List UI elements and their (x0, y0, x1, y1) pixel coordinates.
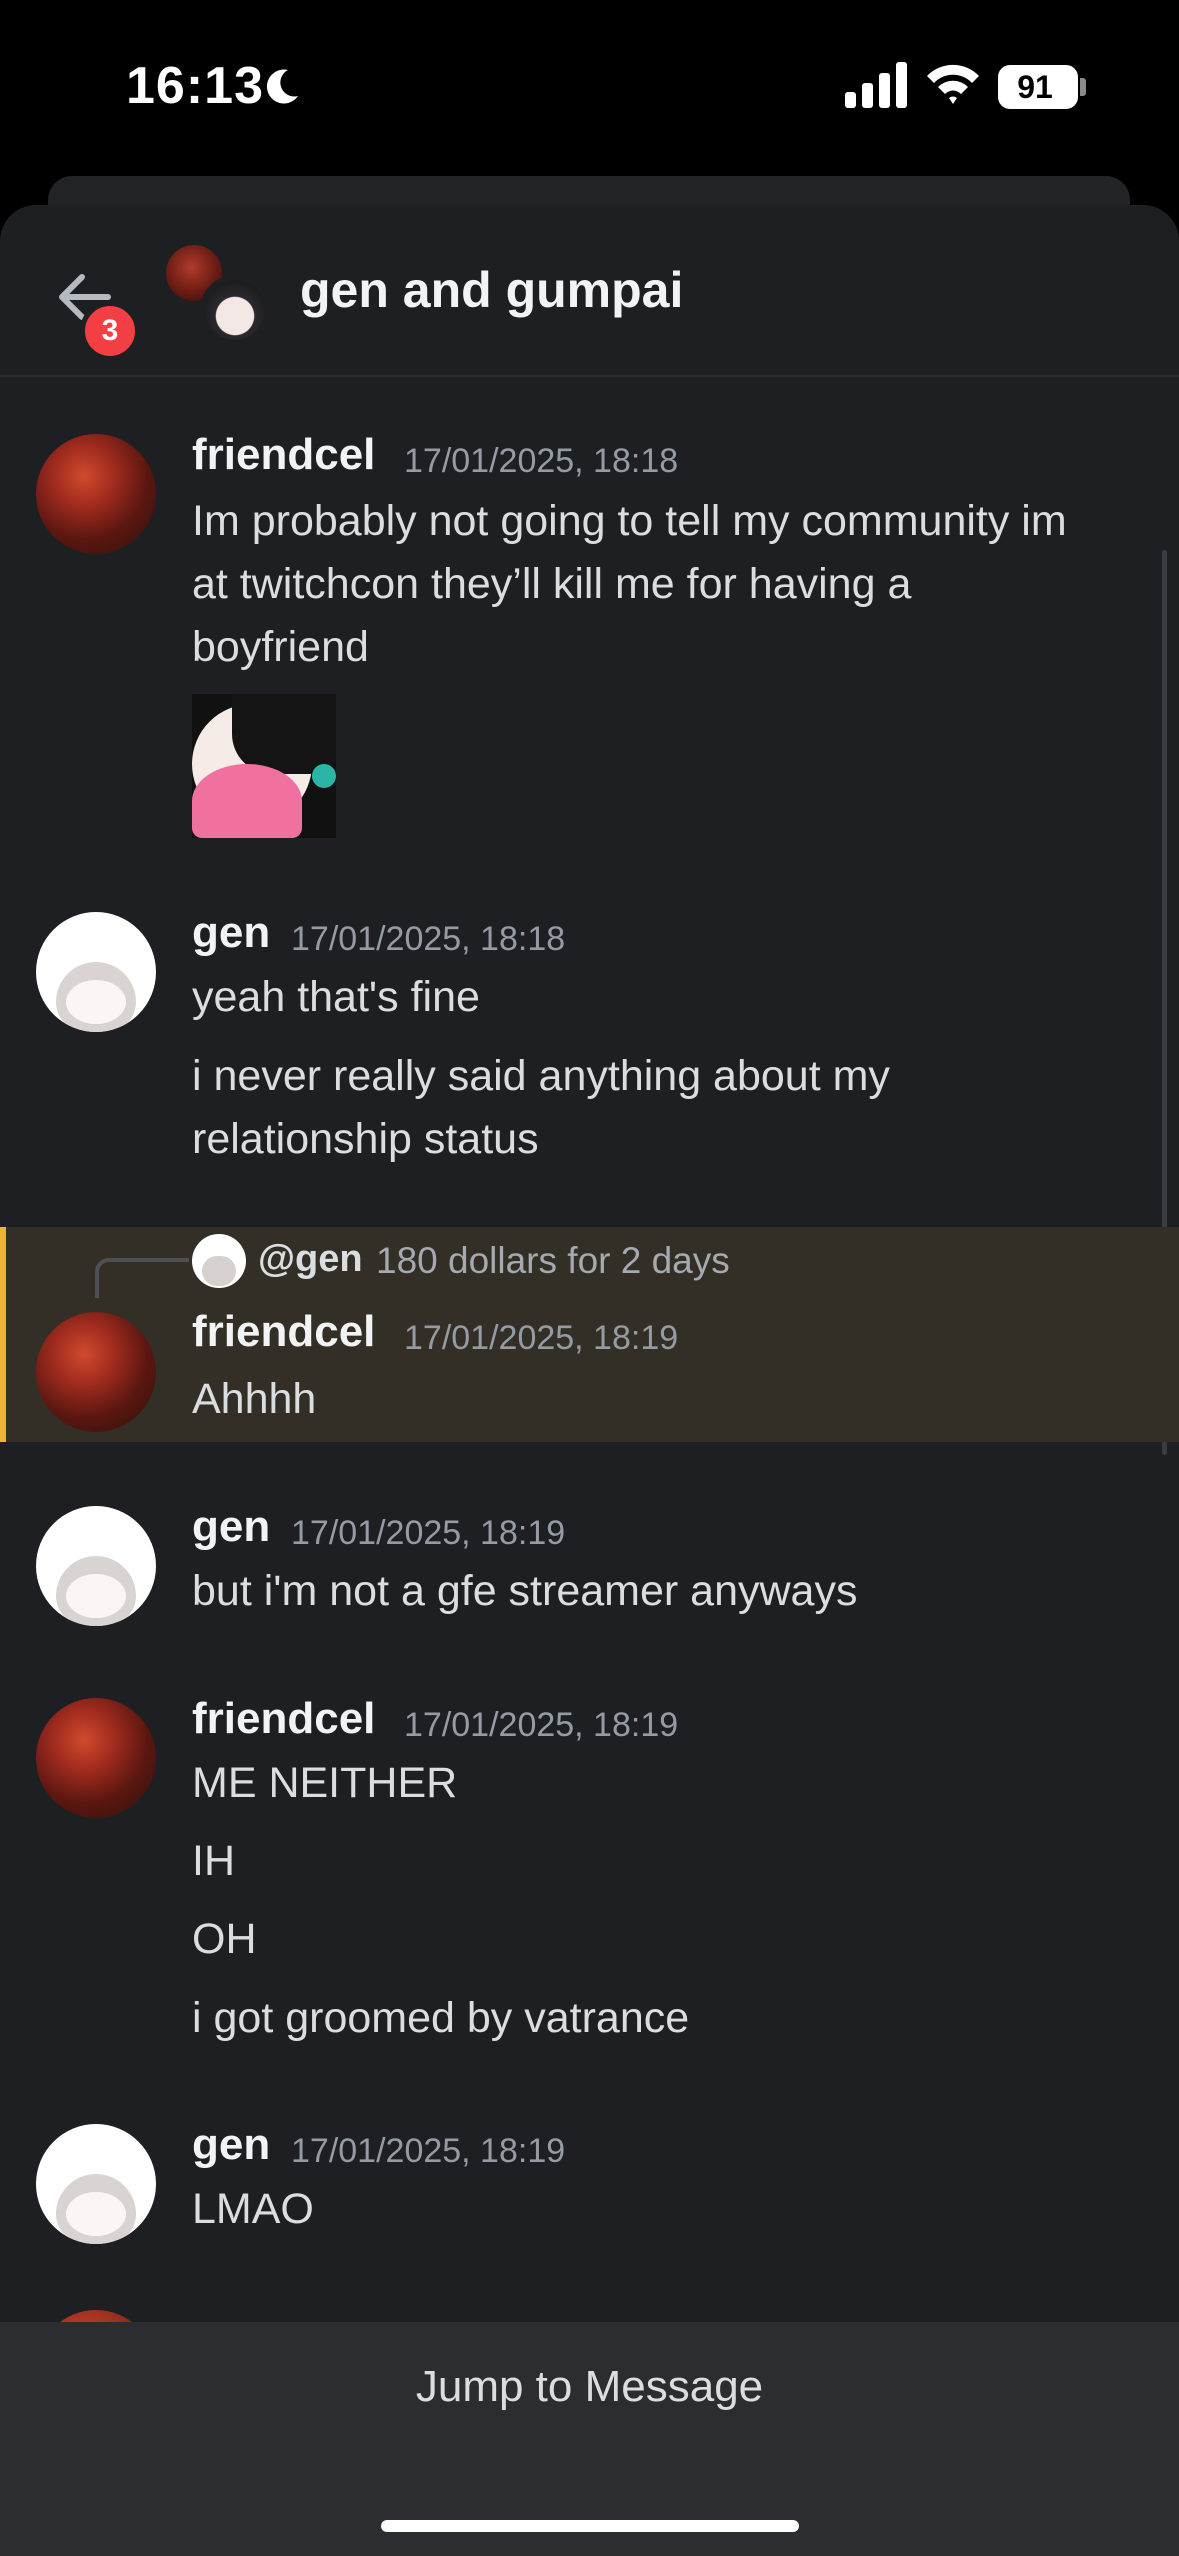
highlight-bar (0, 1227, 6, 1442)
message-text: boyfriend (192, 623, 369, 671)
message-timestamp: 17/01/2025, 18:19 (291, 2132, 566, 2170)
battery-nub (1080, 78, 1086, 96)
avatar[interactable] (36, 912, 156, 1032)
message-timestamp: 17/01/2025, 18:19 (404, 1319, 679, 1357)
message-author[interactable]: friendcel (192, 1307, 375, 1357)
message-timestamp: 17/01/2025, 18:18 (291, 920, 566, 958)
home-indicator[interactable] (381, 2520, 799, 2532)
reply-author[interactable]: @gen (258, 1238, 363, 1281)
message-author[interactable]: gen (192, 908, 270, 958)
message-text: IH (192, 1837, 235, 1885)
message-text: at twitchcon they’ll kill me for having … (192, 560, 912, 608)
message-author[interactable]: gen (192, 1502, 270, 1552)
wifi-icon (927, 64, 979, 104)
message-text: relationship status (192, 1115, 539, 1163)
message-text: ME NEITHER (192, 1759, 458, 1807)
status-time: 16:13 (126, 57, 264, 115)
message-timestamp: 17/01/2025, 18:19 (291, 1514, 566, 1552)
message-text: yeah that's fine (192, 973, 480, 1021)
status-bar: 16:13 91 (0, 0, 1179, 175)
chat-header: 3 gen and gumpai (0, 205, 1179, 377)
message-author[interactable]: friendcel (192, 430, 375, 480)
avatar[interactable] (36, 1312, 156, 1432)
reply-preview[interactable]: 180 dollars for 2 days (376, 1240, 730, 1282)
group-avatar-gen (200, 275, 270, 345)
unread-badge: 3 (80, 301, 140, 361)
avatar[interactable] (36, 434, 156, 554)
message-text: Ahhhh (192, 1375, 317, 1423)
sticker-image[interactable] (192, 694, 336, 838)
message-author[interactable]: friendcel (192, 1694, 375, 1744)
avatar[interactable] (36, 1506, 156, 1626)
jump-to-message-button[interactable]: Jump to Message (0, 2362, 1179, 2412)
chat-title[interactable]: gen and gumpai (300, 261, 683, 319)
moon-icon (266, 69, 298, 104)
avatar[interactable] (36, 1698, 156, 1818)
message-text: Im probably not going to tell my communi… (192, 497, 1067, 545)
message-text: LMAO (192, 2185, 314, 2233)
message-timestamp: 17/01/2025, 18:18 (404, 442, 679, 480)
message-text: but i'm not a gfe streamer anyways (192, 1567, 858, 1615)
battery-level: 91 (1017, 69, 1053, 105)
message-text: OH (192, 1915, 257, 1963)
avatar[interactable] (36, 2124, 156, 2244)
signal-icon (845, 62, 907, 108)
reply-avatar (192, 1234, 246, 1288)
message-text: i got groomed by vatrance (192, 1994, 690, 2042)
message-author[interactable]: gen (192, 2120, 270, 2170)
reply-connector (95, 1258, 189, 1298)
battery-icon: 91 (998, 65, 1078, 109)
group-avatar[interactable] (164, 241, 274, 351)
message-text: i never really said anything about my (192, 1052, 890, 1100)
message-timestamp: 17/01/2025, 18:19 (404, 1706, 679, 1744)
